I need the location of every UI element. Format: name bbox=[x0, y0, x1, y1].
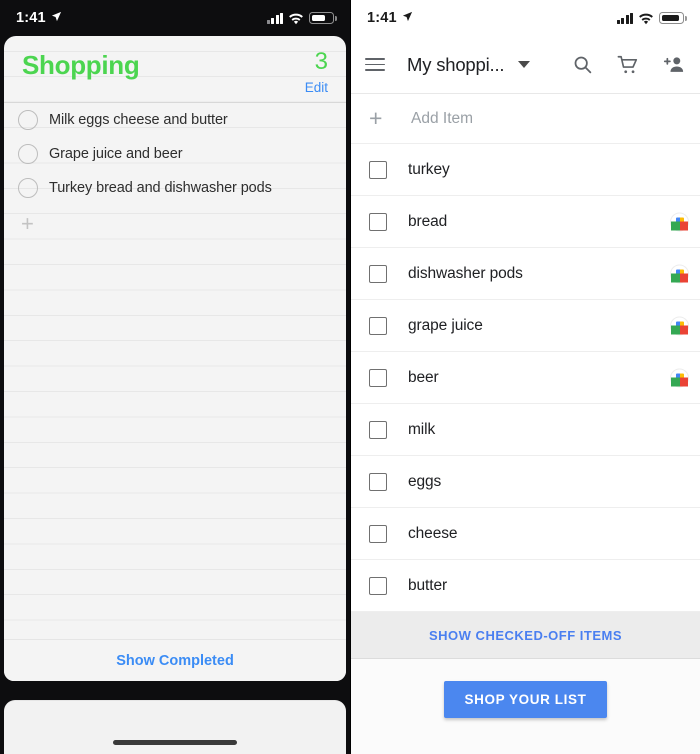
app-bar: My shoppi... bbox=[351, 36, 700, 94]
shopping-cart-icon[interactable] bbox=[616, 53, 640, 77]
cellular-signal-icon bbox=[266, 12, 283, 24]
item-checkbox[interactable] bbox=[369, 576, 387, 595]
list-item[interactable]: milk bbox=[351, 404, 700, 456]
right-phone-panel: 1:41 My shoppi... + Add Item turkey brea… bbox=[350, 0, 700, 754]
collaborator-avatar-icon bbox=[671, 265, 688, 282]
reminder-circle-icon[interactable] bbox=[18, 178, 38, 198]
ios-status-bar: 1:41 bbox=[0, 0, 350, 36]
location-arrow-icon bbox=[402, 11, 413, 25]
reminders-list: Milk eggs cheese and butter Grape juice … bbox=[4, 103, 346, 243]
reminder-text: Milk eggs cheese and butter bbox=[49, 112, 228, 128]
item-checkbox[interactable] bbox=[369, 316, 387, 335]
collaborator-avatar-icon bbox=[671, 369, 688, 386]
hamburger-menu-icon[interactable] bbox=[365, 57, 385, 72]
item-label: turkey bbox=[408, 160, 450, 178]
item-checkbox[interactable] bbox=[369, 212, 387, 231]
item-label: milk bbox=[408, 420, 436, 438]
item-label: dishwasher pods bbox=[408, 264, 523, 282]
home-indicator bbox=[113, 740, 237, 745]
add-person-icon[interactable] bbox=[662, 53, 686, 77]
list-item[interactable]: beer bbox=[351, 352, 700, 404]
status-bar-time: 1:41 bbox=[16, 10, 46, 26]
add-item-row[interactable]: + Add Item bbox=[351, 94, 700, 144]
list-item[interactable]: grape juice bbox=[351, 300, 700, 352]
page-title: Shopping bbox=[22, 50, 140, 80]
plus-icon[interactable]: + bbox=[369, 107, 391, 130]
split-screenshot: 1:41 Shopping 3 Edit Milk eggs cheese an… bbox=[0, 0, 700, 754]
wifi-icon bbox=[288, 12, 304, 25]
left-phone-panel: 1:41 Shopping 3 Edit Milk eggs cheese an… bbox=[0, 0, 350, 754]
cellular-signal-icon bbox=[616, 12, 633, 24]
search-icon[interactable] bbox=[570, 53, 594, 77]
app-bar-actions bbox=[570, 53, 686, 77]
battery-icon bbox=[659, 12, 687, 24]
status-bar-time: 1:41 bbox=[367, 10, 397, 26]
item-checkbox[interactable] bbox=[369, 368, 387, 387]
item-label: bread bbox=[408, 212, 448, 230]
list-item[interactable]: Milk eggs cheese and butter bbox=[4, 103, 346, 137]
list-item[interactable]: eggs bbox=[351, 456, 700, 508]
shopping-item-list: turkey bread dishwasher pods grape juice… bbox=[351, 144, 700, 612]
list-item[interactable]: turkey bbox=[351, 144, 700, 196]
add-item-input[interactable]: Add Item bbox=[411, 110, 473, 128]
list-title[interactable]: My shoppi... bbox=[407, 54, 505, 76]
status-bar-indicators bbox=[266, 12, 337, 25]
reminder-circle-icon[interactable] bbox=[18, 110, 38, 130]
show-checked-off-items-button[interactable]: SHOW CHECKED-OFF ITEMS bbox=[351, 612, 700, 659]
list-item[interactable]: Turkey bread and dishwasher pods bbox=[4, 171, 346, 205]
collaborator-avatar-icon bbox=[671, 213, 688, 230]
add-reminder-row[interactable]: + bbox=[4, 205, 346, 243]
android-status-bar: 1:41 bbox=[351, 0, 700, 36]
list-item[interactable]: butter bbox=[351, 560, 700, 612]
item-label: butter bbox=[408, 576, 448, 594]
item-checkbox[interactable] bbox=[369, 264, 387, 283]
reminder-text: Grape juice and beer bbox=[49, 146, 183, 162]
reminders-card: Shopping 3 Edit Milk eggs cheese and but… bbox=[4, 36, 346, 681]
list-item[interactable]: cheese bbox=[351, 508, 700, 560]
item-checkbox[interactable] bbox=[369, 160, 387, 179]
item-checkbox[interactable] bbox=[369, 420, 387, 439]
item-label: cheese bbox=[408, 524, 458, 542]
wifi-icon bbox=[638, 12, 654, 25]
item-label: eggs bbox=[408, 472, 442, 490]
item-checkbox[interactable] bbox=[369, 472, 387, 491]
item-checkbox[interactable] bbox=[369, 524, 387, 543]
shop-your-list-button[interactable]: SHOP YOUR LIST bbox=[443, 681, 608, 718]
location-arrow-icon bbox=[51, 11, 62, 25]
reminders-header: Shopping 3 Edit bbox=[4, 36, 346, 102]
background-card-peek bbox=[4, 700, 346, 754]
list-item[interactable]: dishwasher pods bbox=[351, 248, 700, 300]
shop-action-area: SHOP YOUR LIST bbox=[351, 659, 700, 754]
chevron-down-icon[interactable] bbox=[518, 61, 531, 68]
edit-button[interactable]: Edit bbox=[305, 80, 328, 95]
list-item[interactable]: bread bbox=[351, 196, 700, 248]
show-completed-button[interactable]: Show Completed bbox=[4, 639, 346, 681]
reminders-count: 3 bbox=[314, 48, 328, 75]
battery-icon bbox=[309, 12, 337, 24]
collaborator-avatar-icon bbox=[671, 317, 688, 334]
item-label: beer bbox=[408, 368, 439, 386]
reminder-text: Turkey bread and dishwasher pods bbox=[49, 180, 272, 196]
item-label: grape juice bbox=[408, 316, 483, 334]
list-item[interactable]: Grape juice and beer bbox=[4, 137, 346, 171]
plus-icon[interactable]: + bbox=[21, 213, 34, 235]
status-bar-indicators bbox=[616, 12, 687, 25]
reminder-circle-icon[interactable] bbox=[18, 144, 38, 164]
